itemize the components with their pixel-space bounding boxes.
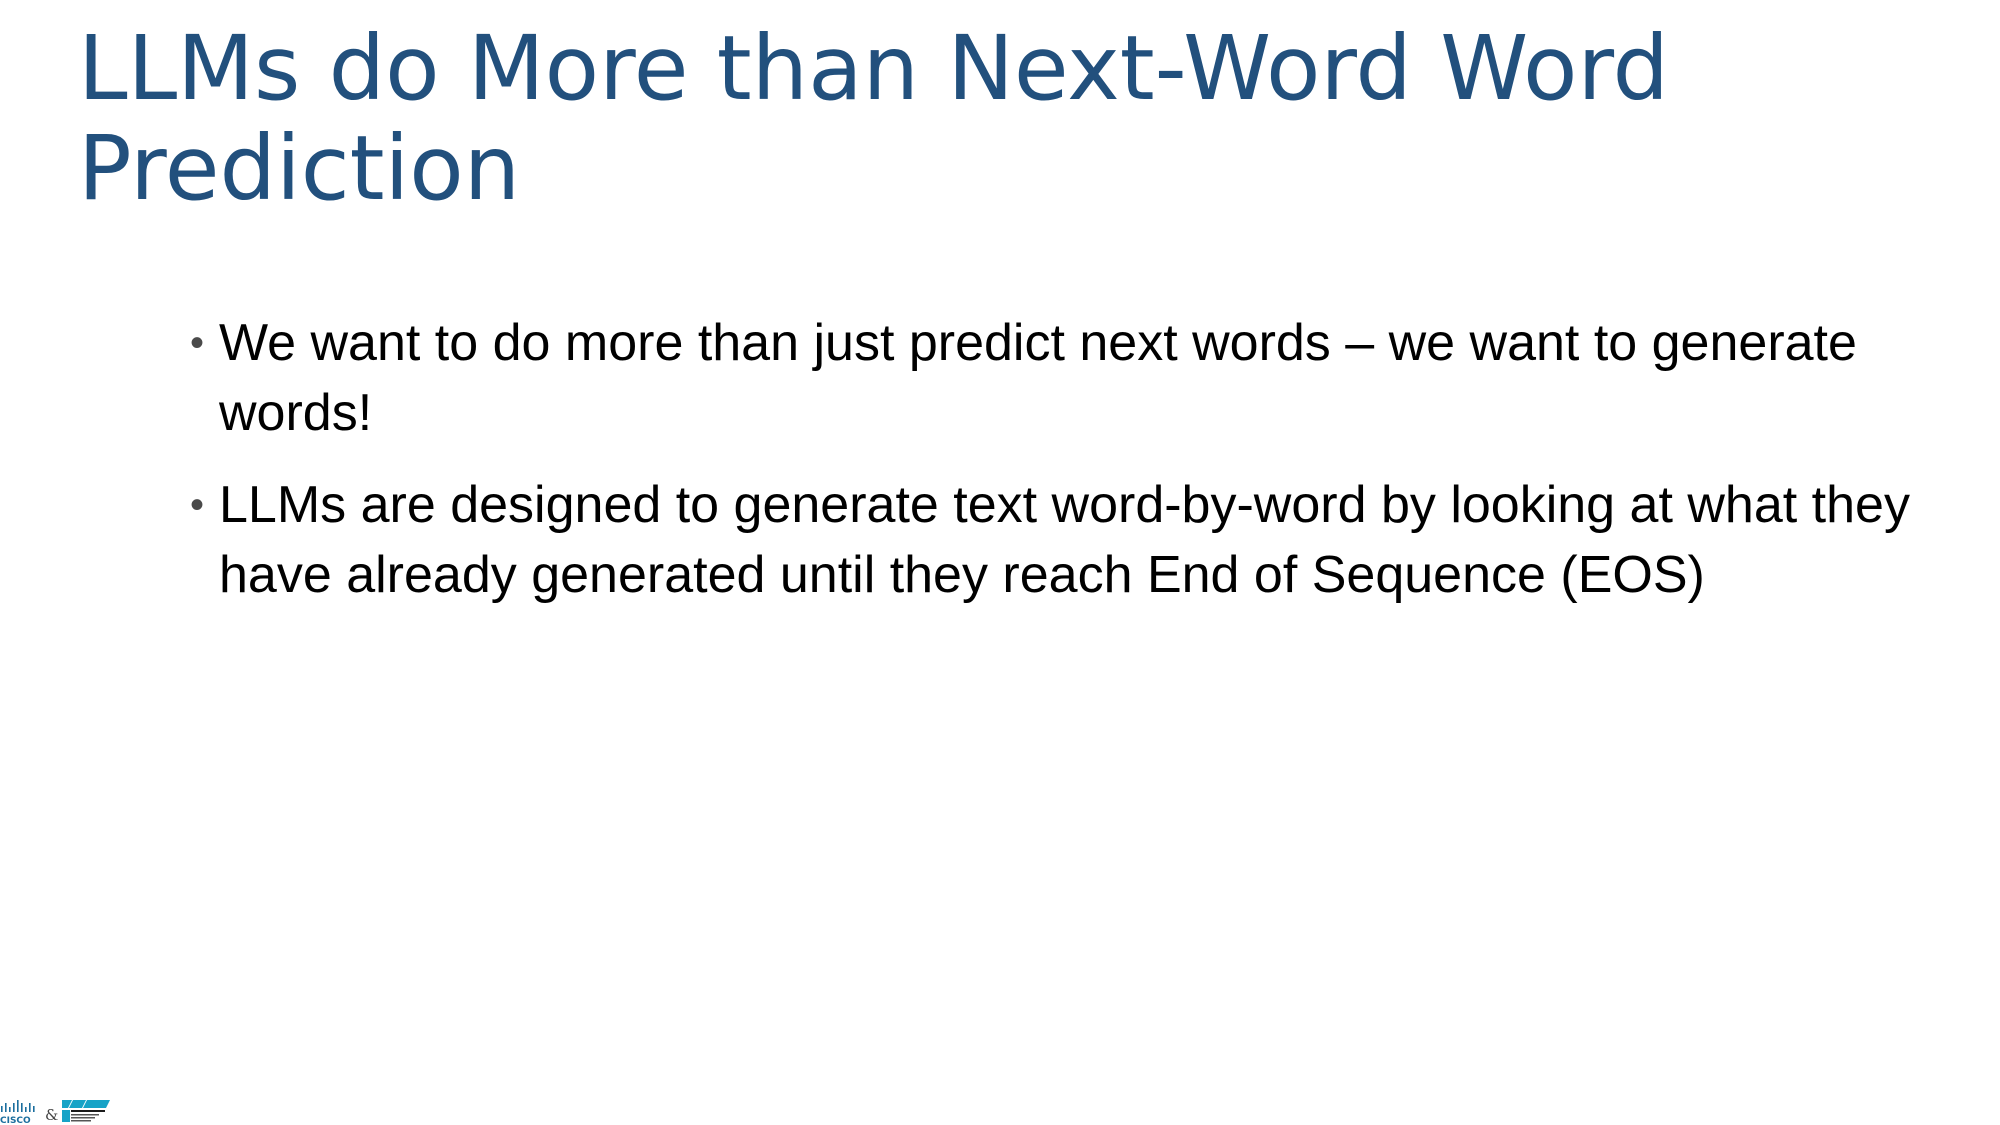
- slide-title: LLMs do More than Next-Word Word Predict…: [78, 16, 1669, 220]
- bullet-list: • We want to do more than just predict n…: [188, 308, 1948, 632]
- bullet-icon: •: [190, 321, 205, 365]
- bullet-icon: •: [190, 483, 205, 527]
- bullet-text: We want to do more than just predict nex…: [219, 314, 1857, 442]
- imt-atlantique-logo-icon: [62, 1100, 110, 1122]
- bullet-item: • We want to do more than just predict n…: [188, 308, 1948, 448]
- logo-ampersand: &: [45, 1106, 58, 1124]
- cisco-wordmark: CISCO: [0, 1116, 31, 1125]
- footer-logo: CISCO &: [0, 1100, 110, 1125]
- bullet-text: LLMs are designed to generate text word-…: [219, 476, 1910, 604]
- slide-canvas: LLMs do More than Next-Word Word Predict…: [0, 0, 2000, 1125]
- bullet-item: • LLMs are designed to generate text wor…: [188, 470, 1948, 610]
- cisco-logo-icon: [1, 1100, 35, 1112]
